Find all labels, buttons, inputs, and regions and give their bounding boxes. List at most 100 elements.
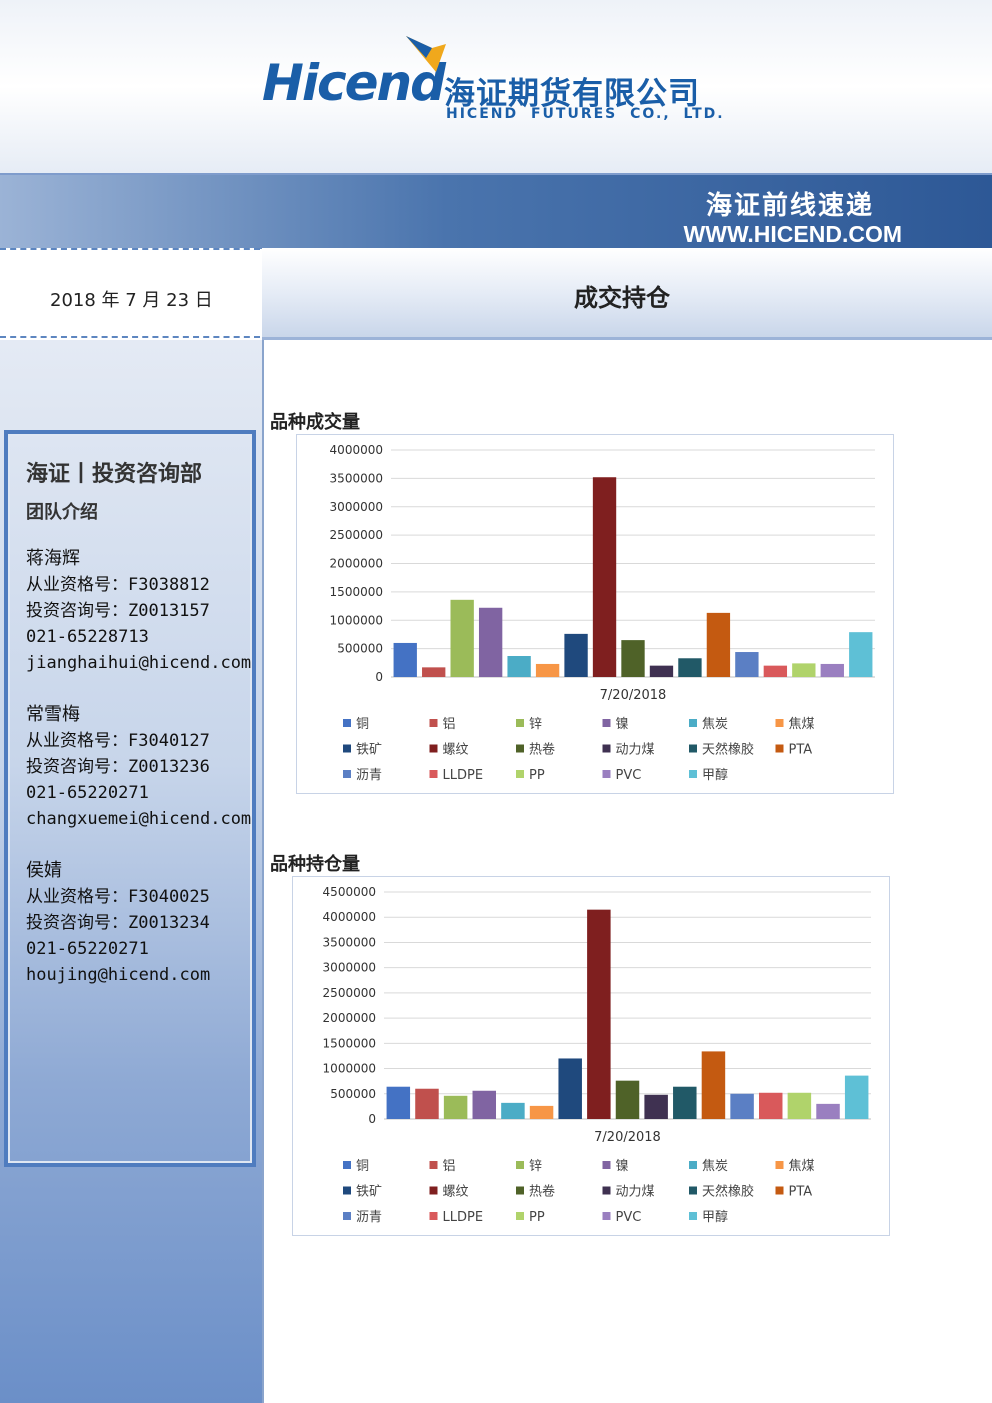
- bar-铝: [415, 1088, 439, 1119]
- logo-subtitle: HICEND FUTURES CO., LTD.: [446, 106, 725, 122]
- member-name: 常雪梅: [26, 704, 80, 725]
- y-tick-label: 500000: [337, 642, 383, 656]
- legend-swatch: [689, 1212, 697, 1220]
- legend-swatch: [516, 1212, 524, 1220]
- legend-label: PP: [529, 768, 545, 783]
- y-tick-label: 1500000: [323, 1036, 376, 1050]
- legend-swatch: [602, 1161, 611, 1169]
- legend-item: PP: [516, 1210, 545, 1225]
- legend-label: 甲醇: [702, 767, 728, 783]
- legend-item: PTA: [775, 1185, 812, 1200]
- y-tick-label: 1000000: [323, 1062, 376, 1076]
- legend-item: 热卷: [516, 742, 555, 758]
- legend-label: 沥青: [356, 1210, 382, 1225]
- y-tick-label: 3500000: [323, 935, 376, 949]
- legend-item: 铁矿: [343, 1185, 382, 1200]
- legend-item: 焦煤: [775, 1159, 815, 1174]
- bar-热卷: [615, 1080, 640, 1119]
- header-band: 海证前线速递 WWW.HICEND.COM: [0, 173, 992, 249]
- company-logo: Hicend 海证期货有限公司 HICEND FUTURES CO., LTD.: [262, 36, 732, 130]
- legend-swatch: [775, 1161, 784, 1169]
- bar-铜: [393, 642, 417, 677]
- legend-swatch: [689, 1161, 697, 1169]
- logo-wing-icon: [406, 36, 446, 72]
- legend-item: 焦炭: [689, 717, 728, 732]
- member-consult-id: 投资咨询号：Z0013236: [26, 757, 210, 777]
- x-category-label: 7/20/2018: [600, 688, 667, 703]
- legend-label: PP: [529, 1210, 545, 1225]
- legend-item: 锌: [516, 717, 542, 732]
- legend-item: LLDPE: [429, 1210, 483, 1225]
- legend-item: PVC: [602, 1210, 642, 1225]
- bar-PVC: [820, 663, 844, 677]
- legend-label: PVC: [616, 768, 642, 783]
- chart-openinterest: 0 500000 1000000 1500000 2000000 2500000 30000…: [323, 885, 871, 1225]
- legend-item: PVC: [602, 768, 642, 783]
- legend-label: 动力煤: [616, 743, 655, 758]
- bar-焦煤: [535, 663, 560, 677]
- legend-swatch: [429, 1212, 438, 1220]
- legend-swatch: [429, 1186, 438, 1195]
- legend-swatch: [775, 719, 784, 727]
- legend-label: 热卷: [529, 1184, 555, 1200]
- legend-swatch: [689, 744, 697, 753]
- bar-甲醇: [844, 1075, 869, 1119]
- legend-label: LLDPE: [443, 768, 484, 783]
- legend-swatch: [602, 719, 611, 727]
- bar-铁矿: [564, 633, 588, 677]
- x-category-label: 7/20/2018: [594, 1130, 661, 1145]
- bar-PVC: [816, 1103, 840, 1119]
- y-tick-label: 2500000: [323, 986, 376, 1000]
- report-date: 2018 年 7 月 23 日: [50, 290, 213, 311]
- legend-label: 铜: [356, 717, 369, 732]
- legend-label: PVC: [616, 1210, 642, 1225]
- member-email[interactable]: changxuemei@hicend.com: [26, 806, 251, 832]
- legend-item: 沥青: [343, 1210, 382, 1225]
- bar-LLDPE: [758, 1092, 783, 1119]
- bar-天然橡胶: [673, 1086, 697, 1119]
- legend-item: 铝: [429, 717, 456, 732]
- team-subtitle: 团队介绍: [26, 502, 98, 523]
- member-consult-id: 投资咨询号：Z0013234: [26, 913, 210, 933]
- legend-label: PTA: [789, 743, 813, 758]
- member-phone: 021-65220271: [26, 939, 149, 959]
- bar-铁矿: [558, 1058, 582, 1119]
- member-consult-id: 投资咨询号：Z0013157: [26, 601, 210, 621]
- page-title: 成交持仓: [574, 284, 670, 312]
- bar-焦炭: [507, 656, 531, 677]
- member-email[interactable]: houjing@hicend.com: [26, 962, 210, 988]
- date-box: 2018 年 7 月 23 日: [0, 248, 260, 338]
- legend-label: 天然橡胶: [702, 742, 754, 758]
- legend-swatch: [516, 1161, 524, 1169]
- y-tick-label: 4000000: [323, 910, 376, 924]
- chart-volume-title: 品种成交量: [270, 412, 360, 433]
- member-email[interactable]: jianghaihui@hicend.com: [26, 650, 251, 676]
- team-panel: 海证丨投资咨询部 团队介绍 蒋海辉 从业资格号：F3038812 投资咨询号：Z…: [4, 430, 256, 1167]
- legend-swatch: [775, 744, 784, 753]
- bar-螺纹: [587, 909, 611, 1119]
- legend-swatch: [429, 770, 438, 778]
- legend-item: LLDPE: [429, 768, 484, 783]
- y-tick-label: 1500000: [330, 585, 383, 599]
- team-member: 常雪梅 从业资格号：F3040127 投资咨询号：Z0013236 021-65…: [26, 702, 251, 832]
- bar-锌: [443, 1095, 468, 1119]
- website-link[interactable]: WWW.HICEND.COM: [684, 221, 902, 248]
- y-tick-label: 4000000: [330, 443, 383, 457]
- member-qualification: 从业资格号：F3040127: [26, 731, 210, 751]
- legend-label: 铝: [443, 1159, 456, 1174]
- title-box: 成交持仓: [262, 248, 992, 340]
- legend-item: 天然橡胶: [689, 1184, 754, 1200]
- legend-label: 铜: [356, 1159, 369, 1174]
- legend-label: 螺纹: [443, 743, 469, 758]
- legend-swatch: [516, 719, 524, 727]
- y-tick-label: 3000000: [330, 500, 383, 514]
- legend-label: 铁矿: [356, 743, 382, 758]
- bar-焦煤: [529, 1105, 554, 1119]
- band-title: 海证前线速递: [705, 191, 874, 221]
- legend-swatch: [602, 744, 611, 753]
- bar-锌: [450, 599, 474, 677]
- y-tick-label: 2000000: [330, 557, 383, 571]
- legend-label: 天然橡胶: [702, 1184, 754, 1200]
- legend-item: 铜: [343, 1159, 369, 1174]
- team-member: 蒋海辉 从业资格号：F3038812 投资咨询号：Z0013157 021-65…: [26, 546, 251, 676]
